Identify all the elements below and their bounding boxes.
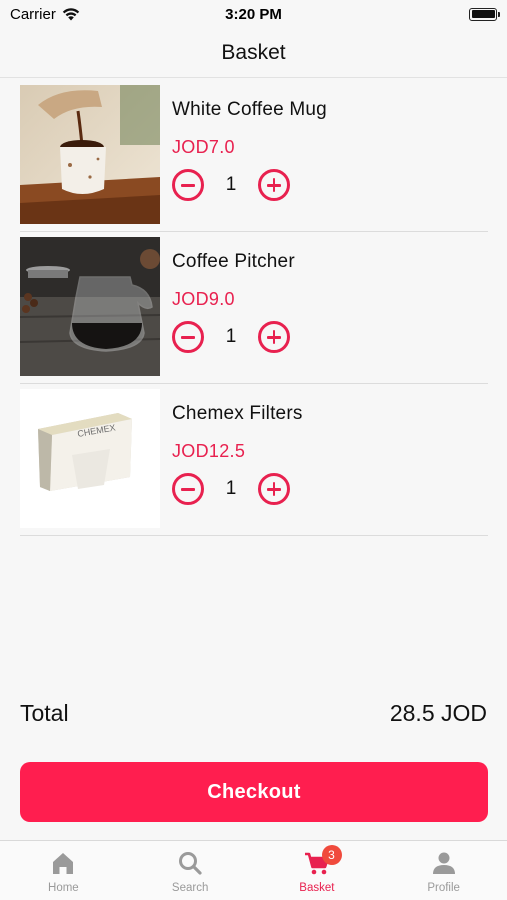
cart-count-badge: 3 (321, 845, 342, 865)
item-price: JOD9.0 (172, 289, 235, 309)
increase-quantity-button[interactable] (258, 169, 290, 201)
item-name: Chemex Filters (172, 403, 303, 424)
tab-home[interactable]: Home (0, 841, 127, 900)
chemex-filters-image: CHEMEX (20, 389, 160, 528)
status-bar: Carrier 3:20 PM (0, 0, 507, 28)
checkout-button[interactable]: Checkout (20, 762, 488, 822)
carrier-label: Carrier (10, 5, 56, 23)
navigation-bar: Basket (0, 28, 507, 78)
increase-quantity-button[interactable] (258, 321, 290, 353)
battery-icon (469, 7, 500, 21)
person-icon (432, 852, 455, 874)
item-price: JOD12.5 (172, 441, 246, 461)
decrease-quantity-button[interactable] (172, 473, 204, 505)
wifi-icon (62, 8, 80, 21)
page-title: Basket (221, 40, 286, 64)
item-price: JOD7.0 (172, 137, 235, 157)
basket-item: White Coffee Mug JOD7.0 1 (20, 80, 488, 232)
quantity-stepper: 1 (172, 169, 327, 201)
decrease-quantity-button[interactable] (172, 169, 204, 201)
basket-item: Coffee Pitcher JOD9.0 1 (20, 232, 488, 384)
item-info: Coffee Pitcher JOD9.0 1 (172, 237, 295, 353)
search-icon (179, 852, 202, 875)
tab-search[interactable]: Search (127, 841, 254, 900)
home-icon (53, 853, 74, 874)
tab-profile[interactable]: Profile (380, 841, 507, 900)
quantity-value: 1 (225, 174, 237, 195)
minus-icon (181, 488, 195, 491)
decrease-quantity-button[interactable] (172, 321, 204, 353)
minus-icon (181, 336, 195, 339)
quantity-stepper: 1 (172, 473, 303, 505)
item-info: Chemex Filters JOD12.5 1 (172, 389, 303, 505)
tab-label: Basket (299, 882, 335, 894)
coffee-pitcher-image (20, 237, 160, 376)
item-info: White Coffee Mug JOD7.0 1 (172, 85, 327, 201)
item-name: Coffee Pitcher (172, 251, 295, 272)
quantity-stepper: 1 (172, 321, 295, 353)
total-value: 28.5 JOD (389, 700, 487, 726)
tab-label: Home (48, 882, 79, 894)
basket-item: CHEMEX Chemex Filters JOD12.5 1 (20, 384, 488, 536)
item-name: White Coffee Mug (172, 99, 327, 120)
basket-list: White Coffee Mug JOD7.0 1 Coffee Pitcher… (20, 80, 488, 536)
total-label: Total (20, 700, 69, 726)
tab-bar: Home Search 3 Basket Profile (0, 840, 507, 900)
tab-label: Profile (427, 882, 460, 894)
white-coffee-mug-image (20, 85, 160, 224)
quantity-value: 1 (225, 326, 237, 347)
tab-label: Search (171, 882, 209, 894)
tab-basket[interactable]: 3 Basket (254, 841, 381, 900)
status-left: Carrier (10, 6, 80, 23)
total-row: Total 28.5 JOD (20, 700, 487, 727)
minus-icon (181, 184, 195, 187)
increase-quantity-button[interactable] (258, 473, 290, 505)
quantity-value: 1 (225, 478, 237, 499)
